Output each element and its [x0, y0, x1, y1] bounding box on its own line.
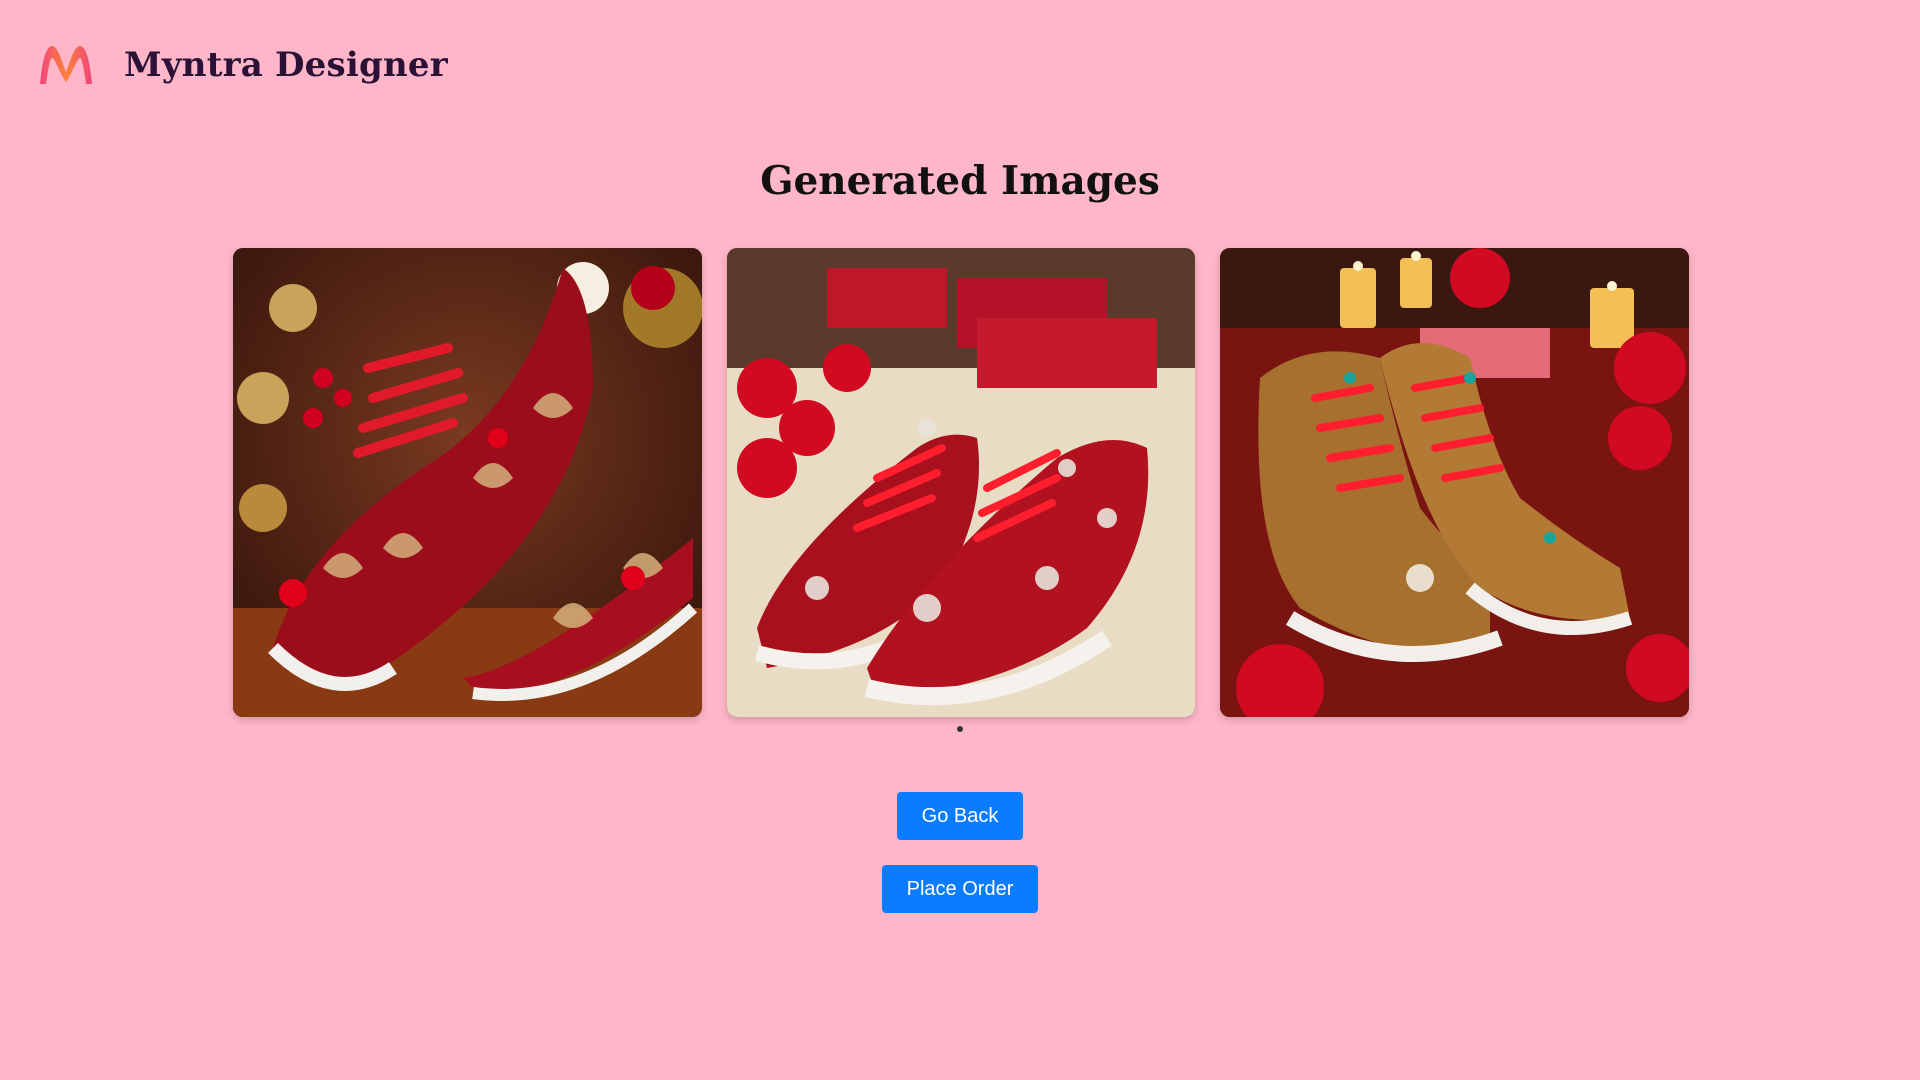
myntra-logo-icon[interactable] — [36, 40, 96, 90]
embellished-red-sneakers-image-icon — [726, 248, 1196, 717]
image-gallery — [233, 248, 1690, 717]
app-header: Myntra Designer — [36, 30, 448, 100]
carousel-indicator — [0, 726, 1920, 732]
go-back-button[interactable]: Go Back — [897, 792, 1023, 840]
embroidered-red-sneakers-image-icon — [233, 248, 702, 717]
place-order-button[interactable]: Place Order — [882, 865, 1038, 913]
generated-image-1[interactable] — [233, 248, 702, 717]
generated-image-2[interactable] — [726, 248, 1196, 717]
carousel-dot[interactable] — [957, 726, 963, 732]
red-gold-high-top-sneakers-image-icon — [1220, 248, 1690, 717]
app-title: Myntra Designer — [124, 45, 448, 85]
page-title: Generated Images — [760, 158, 1160, 204]
generated-image-3[interactable] — [1220, 248, 1690, 717]
